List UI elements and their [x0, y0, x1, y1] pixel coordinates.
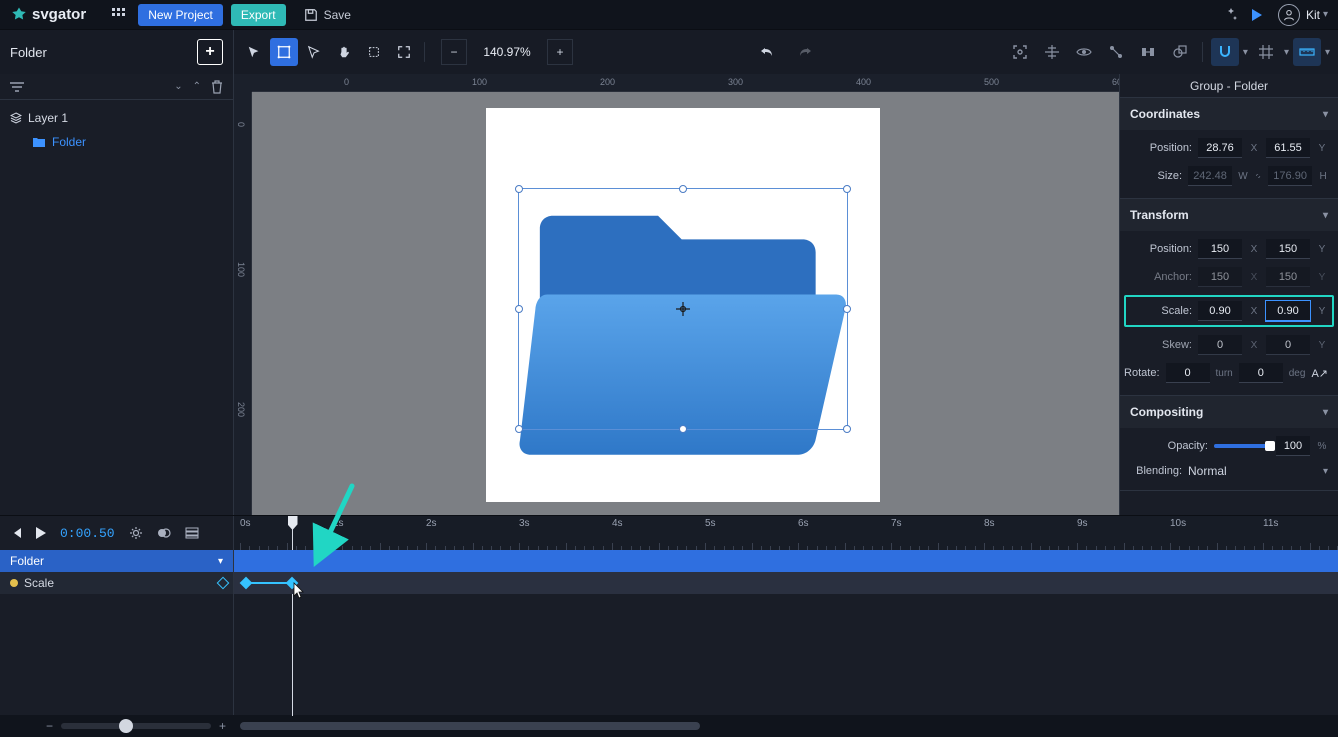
t-anc-y[interactable] — [1266, 267, 1310, 287]
timeline-zoom-slider[interactable] — [61, 723, 211, 729]
timeline-layers-icon[interactable] — [185, 527, 199, 539]
layer-folder-row[interactable]: Folder — [10, 130, 223, 154]
move-tool[interactable] — [240, 38, 268, 66]
grid-apps-icon[interactable] — [108, 4, 130, 26]
avatar[interactable] — [1278, 4, 1300, 26]
opacity-value[interactable] — [1276, 436, 1310, 456]
anchor-icon[interactable] — [676, 302, 690, 316]
timeline-ruler[interactable]: 0s1s2s3s4s5s6s7s8s9s10s11s — [234, 516, 1338, 550]
view-option-align[interactable] — [1038, 38, 1066, 66]
timeline-horizontal-scrollbar[interactable] — [234, 715, 1338, 737]
zoom-timeline-out[interactable]: − — [46, 719, 53, 733]
export-button[interactable]: Export — [231, 4, 286, 26]
coords-pos-y[interactable] — [1266, 138, 1310, 158]
ruler-toggle[interactable] — [1293, 38, 1321, 66]
t-pos-y[interactable] — [1266, 239, 1310, 259]
timeline-time[interactable]: 0:00.50 — [60, 526, 115, 541]
t-scale-x[interactable] — [1198, 301, 1242, 321]
view-option-markers[interactable] — [1134, 38, 1162, 66]
section-transform[interactable]: Transform▾ — [1120, 199, 1338, 231]
track-folder[interactable] — [234, 550, 1338, 572]
redo-button[interactable] — [791, 38, 819, 66]
layer-row[interactable]: Layer 1 — [10, 106, 223, 130]
collapse-up-icon[interactable]: ⌃ — [193, 81, 201, 92]
selection-box[interactable] — [518, 188, 848, 430]
user-name[interactable]: Kit — [1306, 8, 1320, 22]
t-pos-x[interactable] — [1198, 239, 1242, 259]
app-logo: svgator — [10, 6, 86, 24]
folder-icon — [32, 136, 46, 148]
timeline-settings-icon[interactable] — [129, 526, 143, 540]
rewind-button[interactable] — [10, 527, 22, 539]
canvas[interactable]: -10001002003004005006007008009001000 010… — [234, 74, 1119, 515]
undo-button[interactable] — [753, 38, 781, 66]
text-direction-icon[interactable]: A↗ — [1311, 367, 1328, 380]
keyframe-start[interactable] — [240, 577, 253, 590]
timeline-mask-icon[interactable] — [157, 526, 171, 540]
ruler-vertical: 0100200 — [234, 92, 252, 515]
user-menu-chevron[interactable]: ▾ — [1323, 9, 1328, 20]
t-skew-x[interactable] — [1198, 335, 1242, 355]
cursor-icon — [292, 582, 306, 600]
node-tool[interactable] — [300, 38, 328, 66]
view-option-focus[interactable] — [1006, 38, 1034, 66]
ruler-corner — [234, 74, 252, 92]
add-element-button[interactable]: + — [197, 39, 223, 65]
track-scale[interactable] — [234, 572, 1338, 594]
zoom-percentage[interactable]: 140.97% — [467, 45, 547, 59]
layer-label: Layer 1 — [28, 111, 68, 125]
play-preview-icon[interactable] — [1246, 4, 1268, 26]
zoom-timeline-in[interactable]: + — [219, 719, 226, 733]
t-scale-y[interactable] — [1266, 301, 1310, 321]
layer-folder-label: Folder — [52, 135, 86, 149]
timeline-scale-row[interactable]: Scale — [0, 572, 233, 594]
settings-sparkle-icon[interactable] — [1220, 4, 1242, 26]
section-compositing[interactable]: Compositing▾ — [1120, 396, 1338, 428]
transform-tool[interactable] — [270, 38, 298, 66]
t-skew-y[interactable] — [1266, 335, 1310, 355]
ruler-horizontal: -10001002003004005006007008009001000 — [252, 74, 1119, 92]
layers-icon — [10, 112, 22, 124]
t-rot-deg[interactable] — [1239, 363, 1283, 383]
trash-icon[interactable] — [211, 80, 223, 94]
section-coordinates[interactable]: Coordinates▾ — [1120, 98, 1338, 130]
coords-size-w[interactable] — [1188, 166, 1232, 186]
timeline-folder-row[interactable]: Folder▾ — [0, 550, 233, 572]
view-option-shapes[interactable] — [1166, 38, 1194, 66]
hand-tool[interactable] — [330, 38, 358, 66]
props-title: Group - Folder — [1120, 74, 1338, 98]
grid-toggle[interactable] — [1252, 38, 1280, 66]
view-option-view[interactable] — [1070, 38, 1098, 66]
link-icon[interactable] — [1254, 171, 1262, 181]
fit-tool[interactable] — [390, 38, 418, 66]
opacity-slider[interactable] — [1214, 444, 1270, 448]
keyframe-indicator-icon — [10, 579, 18, 587]
coords-pos-x[interactable] — [1198, 138, 1242, 158]
collapse-down-icon[interactable]: ⌄ — [174, 81, 182, 92]
new-project-button[interactable]: New Project — [138, 4, 223, 26]
artboard — [486, 108, 880, 502]
crop-tool[interactable] — [360, 38, 388, 66]
blending-select[interactable]: Normal — [1188, 464, 1317, 478]
zoom-out-button[interactable]: − — [441, 39, 467, 65]
play-button[interactable] — [36, 527, 46, 539]
zoom-in-button[interactable]: + — [547, 39, 573, 65]
scale-row-callout: Scale: X Y — [1124, 295, 1334, 327]
t-anc-x[interactable] — [1198, 267, 1242, 287]
left-header-title: Folder — [10, 45, 47, 60]
save-button[interactable]: Save — [294, 4, 361, 26]
snap-toggle[interactable] — [1211, 38, 1239, 66]
t-rot-turn[interactable] — [1166, 363, 1210, 383]
filter-icon[interactable] — [10, 81, 24, 93]
coords-size-h[interactable] — [1268, 166, 1312, 186]
view-option-flow[interactable] — [1102, 38, 1130, 66]
